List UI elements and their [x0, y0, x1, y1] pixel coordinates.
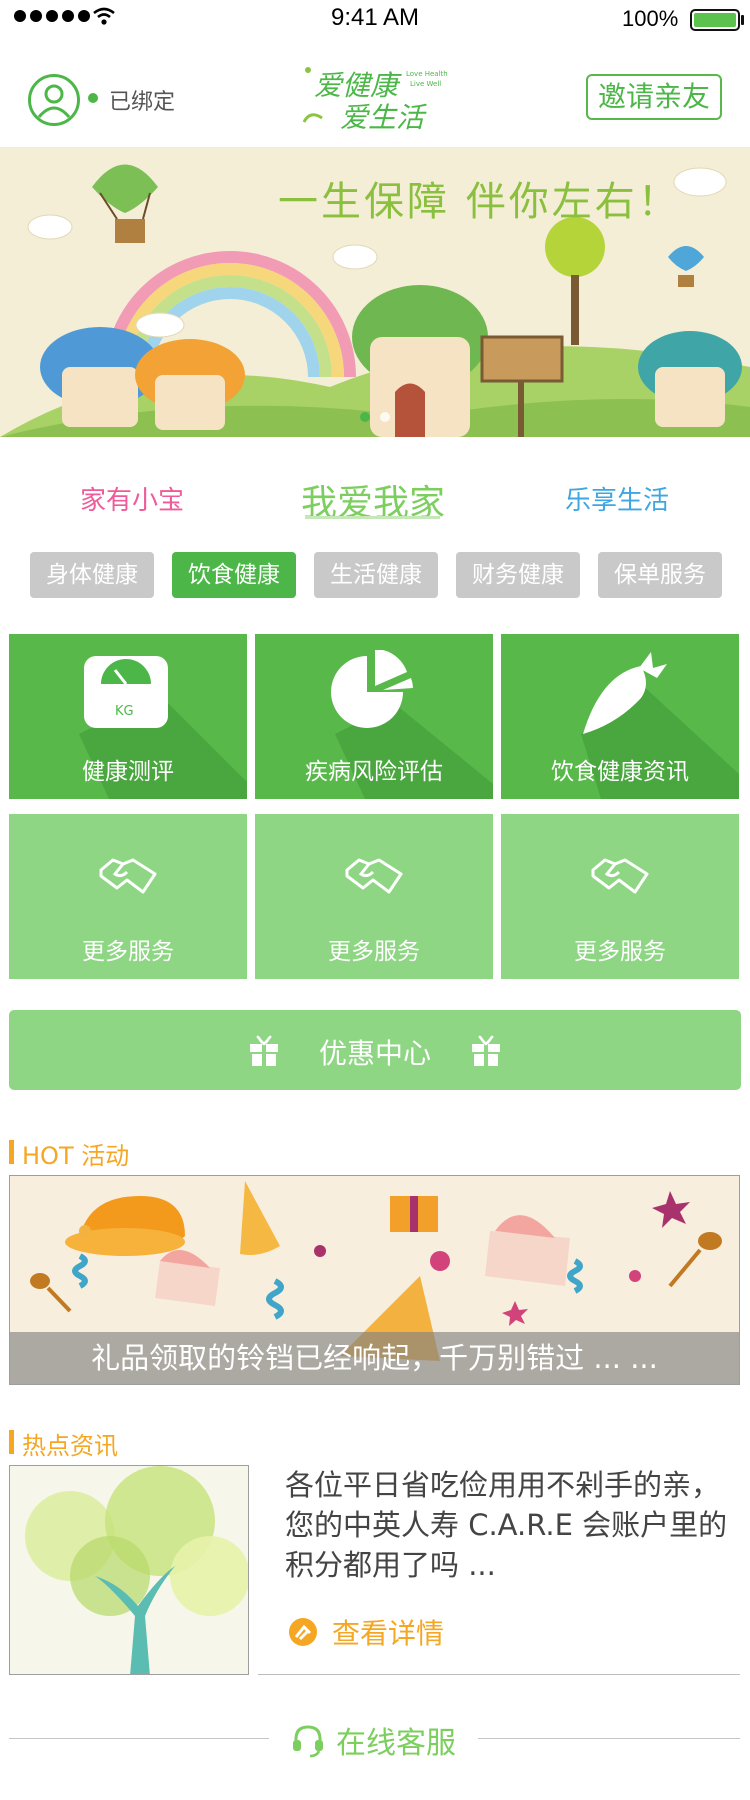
handshake-icon: [345, 858, 403, 894]
logo-line2: 爱生活: [340, 101, 425, 134]
bound-status-label: 已绑定: [109, 90, 176, 115]
status-bar: 9:41 AM 100%: [0, 0, 750, 40]
pill-policy-service[interactable]: 保单服务: [598, 552, 722, 598]
divider: [478, 1738, 740, 1739]
details-icon: [289, 1618, 317, 1646]
online-service-label: 在线客服: [336, 1726, 456, 1761]
tile-label: 更多服务: [82, 939, 174, 965]
handshake-icon: [591, 858, 649, 894]
news-thumbnail[interactable]: [9, 1465, 249, 1675]
tile-label: 更多服务: [574, 939, 666, 965]
section-marker: [9, 1430, 14, 1454]
view-details-link[interactable]: 查看详情: [288, 1612, 444, 1652]
tab-life[interactable]: 乐享生活: [507, 480, 727, 517]
divider: [9, 1738, 269, 1739]
avatar-button[interactable]: [28, 74, 80, 126]
battery-icon: [690, 9, 740, 31]
tile-diet-news[interactable]: 饮食健康资讯: [501, 634, 739, 799]
pill-finance-health[interactable]: 财务健康: [456, 552, 580, 598]
hot-activity-caption: 礼品领取的铃铛已经响起，千万别错过 ... ...: [10, 1332, 739, 1384]
tile-more-services-3[interactable]: 更多服务: [501, 814, 739, 979]
pill-life-health[interactable]: 生活健康: [314, 552, 438, 598]
tab-home-underline: [305, 516, 440, 519]
hot-activity-banner[interactable]: 礼品领取的铃铛已经响起，千万别错过 ... ...: [9, 1175, 740, 1385]
hero-banner[interactable]: 一生保障 伴你左右！: [0, 147, 750, 437]
handshake-icon: [99, 858, 157, 894]
logo-en1: Love Health: [406, 70, 448, 78]
tab-baby[interactable]: 家有小宝: [22, 480, 242, 517]
online-service-button[interactable]: 在线客服: [290, 1718, 456, 1762]
tile-more-services-2[interactable]: 更多服务: [255, 814, 493, 979]
tile-label: 更多服务: [328, 939, 420, 965]
headset-icon: [293, 1725, 323, 1758]
invite-friends-button[interactable]: 邀请亲友: [586, 74, 722, 120]
pill-body-health[interactable]: 身体健康: [30, 552, 154, 598]
news-summary[interactable]: 各位平日省吃俭用用不剁手的亲，您的中英人寿 C.A.R.E 会账户里的积分都用了…: [285, 1465, 735, 1585]
scale-icon-label: KG: [115, 704, 134, 719]
bound-status-dot: [88, 93, 98, 103]
tree-illustration: [25, 1466, 248, 1674]
news-section-title: 热点资讯: [22, 1432, 118, 1460]
tile-label: 疾病风险评估: [305, 759, 443, 785]
discount-center-button[interactable]: 优惠中心: [9, 1010, 741, 1090]
logo-en2: Live Well: [410, 80, 442, 88]
tile-more-services-1[interactable]: 更多服务: [9, 814, 247, 979]
gift-icon: [472, 1035, 500, 1066]
banner-slogan: 一生保障 伴你左右！: [278, 179, 681, 225]
view-details-label: 查看详情: [332, 1617, 445, 1650]
brand-logo: 爱健康 爱生活 Love Health Live Well: [300, 62, 450, 134]
tile-label: 饮食健康资讯: [551, 759, 689, 785]
battery-percent: 100%: [622, 6, 679, 31]
tile-disease-risk[interactable]: 疾病风险评估: [255, 634, 493, 799]
user-icon: [37, 84, 71, 118]
banner-pagination[interactable]: [360, 412, 390, 422]
tile-health-assessment[interactable]: KG 健康测评: [9, 634, 247, 799]
hot-section-title: HOT 活动: [22, 1142, 130, 1170]
section-marker: [9, 1140, 14, 1164]
tile-label: 健康测评: [82, 759, 174, 785]
discount-center-label: 优惠中心: [318, 1037, 431, 1070]
pill-diet-health[interactable]: 饮食健康: [172, 552, 296, 598]
divider: [258, 1674, 740, 1675]
